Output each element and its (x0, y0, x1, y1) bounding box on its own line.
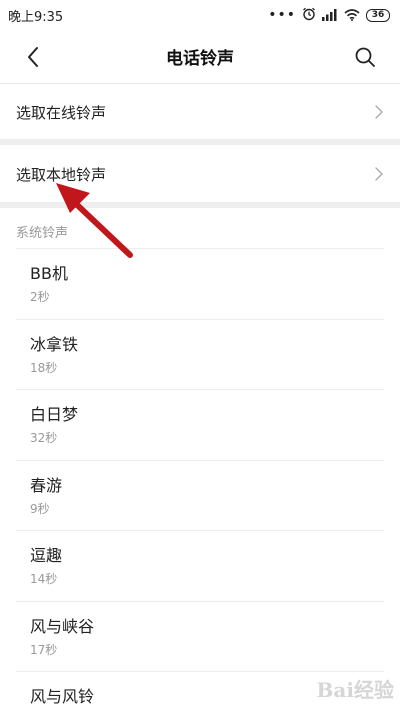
status-icons: ••• 36 (268, 6, 390, 25)
ringtone-duration: 14秒 (30, 572, 58, 586)
chevron-right-icon (375, 167, 383, 181)
status-time: 晚上9:35 (8, 9, 64, 25)
ringtone-name: 风与峡谷 (30, 616, 95, 636)
wifi-icon (344, 6, 360, 25)
system-ringtones-heading: 系统铃声 (16, 226, 69, 241)
more-dots-icon: ••• (268, 7, 296, 23)
ringtone-item[interactable]: 春游 9秒 (16, 459, 384, 531)
ringtone-name: 春游 (30, 475, 63, 495)
status-bar: 晚上9:35 ••• 36 (0, 0, 400, 30)
ringtone-name: 冰拿铁 (30, 334, 79, 354)
watermark-logo: Bai经验 (316, 678, 394, 702)
battery-icon: 36 (366, 8, 390, 22)
ringtone-name: BB机 (30, 264, 68, 283)
pick-local-ringtone-label: 选取本地铃声 (16, 165, 107, 184)
pick-online-ringtone-label: 选取在线铃声 (16, 103, 107, 122)
ringtone-item[interactable]: BB机 2秒 (16, 248, 384, 319)
ringtone-item[interactable]: 白日梦 32秒 (16, 389, 384, 460)
search-icon (355, 47, 375, 67)
alarm-icon (302, 6, 316, 25)
arrow-shaft (69, 197, 133, 258)
back-button[interactable] (18, 42, 48, 72)
pick-online-ringtone-row[interactable]: 选取在线铃声 (0, 84, 400, 140)
ringtone-duration: 9秒 (30, 501, 50, 516)
search-button[interactable] (350, 42, 380, 72)
page-title: 电话铃声 (166, 48, 234, 69)
section-gap (0, 139, 400, 145)
section-gap (0, 202, 400, 208)
chevron-left-icon (28, 47, 38, 67)
ringtone-name: 逗趣 (30, 546, 63, 565)
pick-local-ringtone-row[interactable]: 选取本地铃声 (0, 146, 400, 202)
ringtone-duration: 17秒 (30, 642, 58, 657)
ringtone-list: BB机 2秒 冰拿铁 18秒 白日梦 32秒 春游 9秒 逗趣 14秒 风与峡谷… (0, 248, 400, 711)
ringtone-duration: 2秒 (30, 290, 50, 304)
app-header: 电话铃声 (0, 30, 400, 82)
ringtone-duration: 18秒 (30, 360, 58, 375)
ringtone-duration: 32秒 (30, 431, 58, 445)
ringtone-item[interactable]: 冰拿铁 18秒 (16, 318, 384, 390)
chevron-right-icon (375, 105, 383, 119)
ringtone-item[interactable]: 逗趣 14秒 (16, 530, 384, 601)
ringtone-name: 白日梦 (30, 405, 79, 424)
ringtone-item[interactable]: 风与峡谷 17秒 (16, 600, 384, 672)
signal-icon (322, 6, 338, 25)
